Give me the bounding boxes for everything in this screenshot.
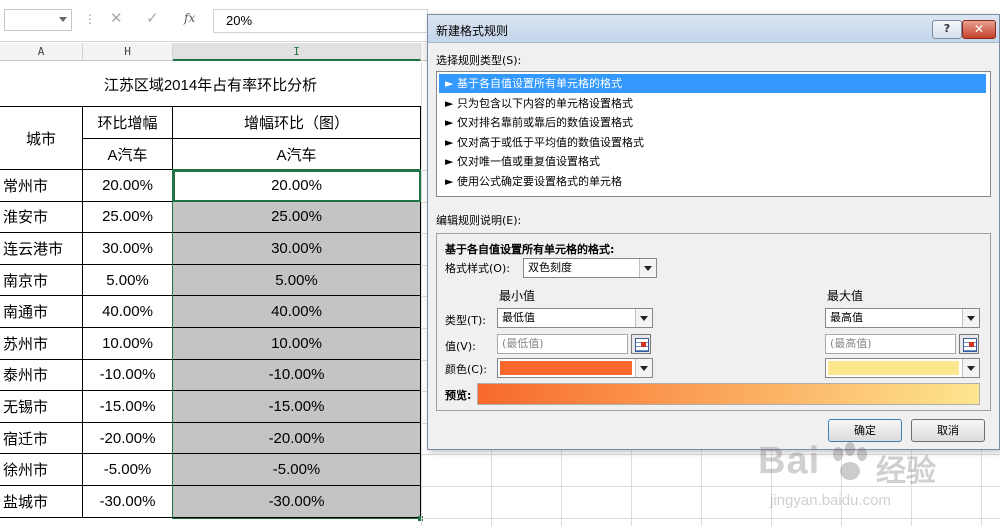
rule-type-list[interactable]: ► 基于各自值设置所有单元格的格式 ► 只为包含以下内容的单元格设置格式 ► 仅对排…	[436, 71, 991, 197]
formula-input[interactable]: 20%	[213, 9, 428, 33]
rule-type-item[interactable]: ► 仅对高于或低于平均值的数值设置格式	[439, 133, 986, 152]
chevron-down-icon[interactable]	[635, 359, 652, 377]
growth-cell[interactable]: 5.00%	[83, 264, 173, 297]
chart-cell[interactable]: -5.00%	[173, 454, 421, 486]
chart-cell[interactable]: -20.00%	[173, 422, 421, 455]
column-header-a[interactable]: A	[0, 43, 83, 61]
growth-cell[interactable]: 10.00%	[83, 328, 173, 360]
growth-cell[interactable]: -15.00%	[83, 391, 173, 423]
sheet-title[interactable]: 江苏区域2014年占有率环比分析	[0, 62, 421, 107]
gridline	[421, 62, 422, 526]
column-header-h[interactable]: H	[83, 43, 173, 61]
min-color-swatch	[500, 361, 632, 375]
min-label: 最小值	[499, 289, 536, 303]
column-header-i[interactable]: I	[173, 43, 421, 61]
growth-cell[interactable]: 30.00%	[83, 233, 173, 265]
edit-rule-label: 编辑规则说明(E):	[436, 214, 522, 227]
city-cell[interactable]: 徐州市	[0, 454, 83, 486]
enter-icon[interactable]: ✓	[146, 9, 159, 27]
dialog-titlebar[interactable]: 新建格式规则 ? ✕	[428, 15, 999, 43]
max-label: 最大值	[827, 289, 864, 303]
growth-cell[interactable]: -5.00%	[83, 454, 173, 486]
city-cell[interactable]: 盐城市	[0, 486, 83, 518]
city-cell[interactable]: 常州市	[0, 170, 83, 202]
city-cell[interactable]: 南通市	[0, 296, 83, 328]
new-format-rule-dialog: 新建格式规则 ? ✕ 选择规则类型(S): ► 基于各自值设置所有单元格的格式 ►…	[427, 14, 1000, 450]
header-growth[interactable]: 环比增幅	[83, 107, 173, 139]
min-color-picker[interactable]	[497, 358, 653, 378]
city-cell[interactable]: 泰州市	[0, 359, 83, 392]
growth-cell[interactable]: -30.00%	[83, 486, 173, 518]
type-label: 类型(T):	[445, 314, 487, 327]
name-box[interactable]	[4, 9, 72, 31]
city-cell[interactable]: 宿迁市	[0, 422, 83, 455]
growth-cell[interactable]: -10.00%	[83, 359, 173, 392]
chart-cell[interactable]: -10.00%	[173, 359, 421, 392]
max-type-select[interactable]: 最高值	[825, 308, 980, 328]
chart-cell[interactable]: 40.00%	[173, 296, 421, 328]
preview-bar	[477, 383, 980, 405]
chart-cell[interactable]: 10.00%	[173, 328, 421, 360]
dialog-title: 新建格式规则	[436, 24, 509, 38]
max-color-swatch	[828, 361, 959, 375]
chart-cell[interactable]: 20.00%	[173, 170, 421, 202]
chart-cell[interactable]: 30.00%	[173, 233, 421, 265]
growth-cell[interactable]: 40.00%	[83, 296, 173, 328]
max-value-input[interactable]: (最高值)	[825, 334, 956, 354]
value-label: 值(V):	[445, 340, 476, 353]
baidu-watermark: Bai 经验 jingyan.baidu.com	[742, 436, 992, 521]
chevron-down-icon[interactable]	[639, 259, 656, 277]
subheader-chart[interactable]: A汽车	[173, 139, 421, 170]
chevron-down-icon[interactable]	[59, 17, 67, 22]
city-cell[interactable]: 苏州市	[0, 328, 83, 360]
min-type-value: 最低值	[502, 311, 535, 324]
insert-function-icon[interactable]: fx	[184, 11, 195, 25]
growth-cell[interactable]: 20.00%	[83, 170, 173, 202]
cancel-icon[interactable]: ✕	[110, 9, 123, 27]
min-type-select[interactable]: 最低值	[497, 308, 653, 328]
color-label: 颜色(C):	[445, 363, 487, 376]
rule-type-item[interactable]: ► 基于各自值设置所有单元格的格式	[439, 74, 986, 93]
range-select-icon[interactable]	[959, 334, 979, 354]
min-value-input[interactable]: (最低值)	[497, 334, 628, 354]
rule-type-item[interactable]: ► 仅对唯一值或重复值设置格式	[439, 152, 986, 171]
watermark-brand: Bai	[758, 440, 821, 482]
chart-cell[interactable]: 25.00%	[173, 201, 421, 234]
watermark-url: jingyan.baidu.com	[770, 492, 891, 509]
city-cell[interactable]: 连云港市	[0, 233, 83, 265]
chart-cell[interactable]: -15.00%	[173, 391, 421, 423]
rule-type-item[interactable]: ► 仅对排名靠前或靠后的数值设置格式	[439, 113, 986, 132]
select-rule-type-label: 选择规则类型(S):	[436, 54, 522, 67]
growth-cell[interactable]: 25.00%	[83, 201, 173, 234]
city-cell[interactable]: 淮安市	[0, 201, 83, 234]
format-style-select[interactable]: 双色刻度	[523, 258, 657, 278]
rule-type-item[interactable]: ► 使用公式确定要设置格式的单元格	[439, 172, 986, 191]
help-button[interactable]: ?	[932, 20, 962, 39]
header-city[interactable]: 城市	[0, 107, 83, 170]
rule-type-item[interactable]: ► 只为包含以下内容的单元格设置格式	[439, 94, 986, 113]
format-style-value: 双色刻度	[528, 261, 572, 274]
city-cell[interactable]: 南京市	[0, 264, 83, 297]
edit-rule-panel: 基于各自值设置所有单元格的格式: 格式样式(O): 双色刻度 最小值 最大值 类…	[436, 233, 991, 411]
preview-label: 预览:	[445, 389, 472, 402]
chevron-down-icon[interactable]	[635, 309, 652, 327]
growth-cell[interactable]: -20.00%	[83, 422, 173, 455]
chevron-down-icon[interactable]	[962, 309, 979, 327]
close-button[interactable]: ✕	[962, 20, 996, 39]
header-chart[interactable]: 增幅环比（图）	[173, 107, 421, 139]
edit-heading: 基于各自值设置所有单元格的格式:	[445, 243, 615, 256]
watermark-brand-2: 经验	[876, 454, 936, 489]
subheader-growth[interactable]: A汽车	[83, 139, 173, 170]
city-cell[interactable]: 无锡市	[0, 391, 83, 423]
chevron-down-icon[interactable]	[962, 359, 979, 377]
format-style-label: 格式样式(O):	[445, 262, 510, 275]
chart-cell[interactable]: -30.00%	[173, 486, 421, 518]
more-icon: ⋮	[84, 12, 96, 26]
max-type-value: 最高值	[830, 311, 863, 324]
chart-cell[interactable]: 5.00%	[173, 264, 421, 297]
max-color-picker[interactable]	[825, 358, 980, 378]
range-select-icon[interactable]	[631, 334, 651, 354]
